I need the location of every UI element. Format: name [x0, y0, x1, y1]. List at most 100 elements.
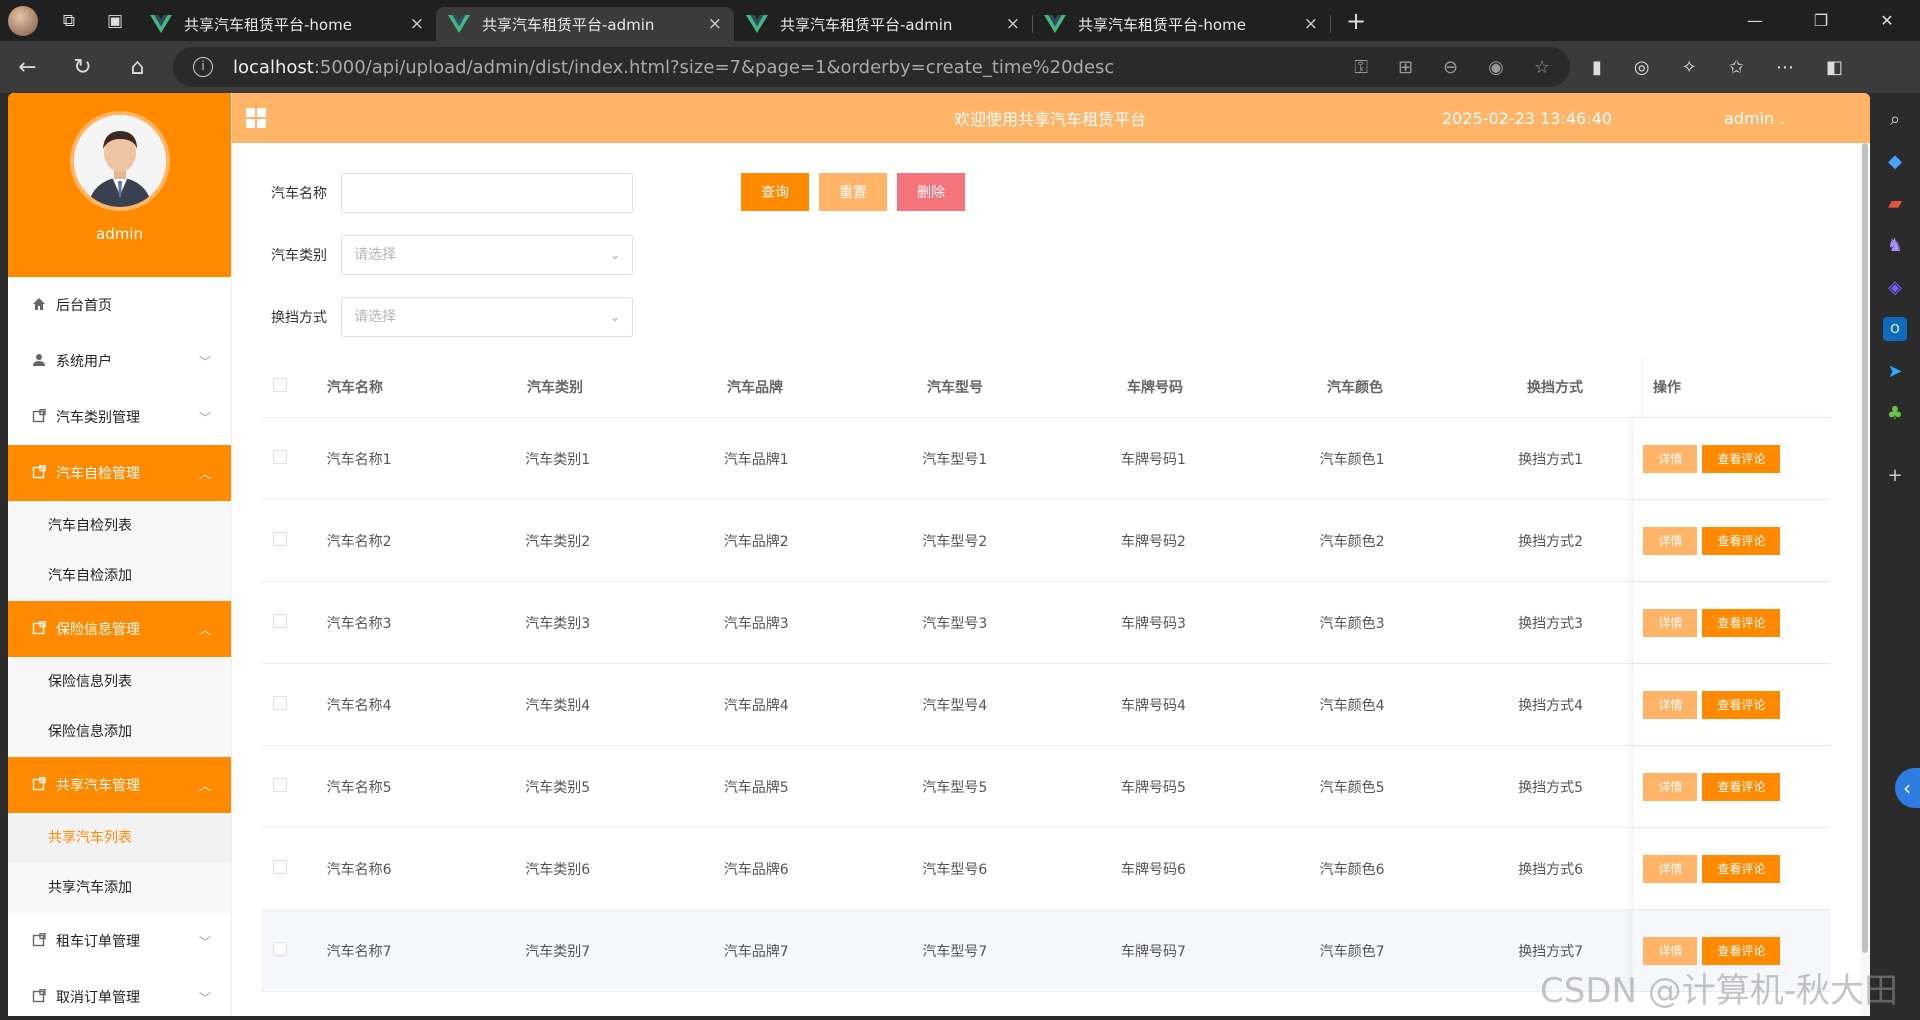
sidebar-subitem[interactable]: 汽车自检添加 [8, 551, 231, 601]
detail-button[interactable]: 详情 [1643, 690, 1698, 719]
extensions-icon[interactable]: ✧ [1682, 57, 1697, 78]
category-select[interactable]: 请选择 ⌄ [341, 235, 633, 275]
reset-button[interactable]: 重置 [819, 173, 887, 211]
profile-avatar[interactable] [0, 0, 46, 41]
table-cell: 汽车品牌7 [723, 943, 789, 960]
outlook-icon[interactable]: O [1883, 317, 1907, 341]
detail-button[interactable]: 详情 [1643, 854, 1698, 883]
table-row[interactable]: 汽车名称2 汽车类别2 汽车品牌2 汽车型号2 车牌号码2 汽车颜色2 换挡方式2 详情 查看评… [261, 500, 1831, 582]
sidebar-subitem[interactable]: 汽车自检列表 [8, 501, 231, 551]
chevron-up-icon: ︿ [198, 623, 211, 637]
view-comments-button[interactable]: 查看评论 [1702, 854, 1781, 883]
toolbox-icon[interactable]: ▰ [1883, 191, 1907, 215]
row-checkbox[interactable] [273, 449, 287, 464]
close-icon[interactable]: × [708, 14, 722, 34]
sidebar-item-7[interactable]: 租车订单管理 ﹀ [8, 913, 231, 969]
row-checkbox[interactable] [273, 859, 287, 874]
add-sidebar-icon[interactable]: + [1883, 463, 1907, 487]
reload-button[interactable]: ↻ [55, 55, 110, 80]
sidebar-item-3[interactable]: 汽车类别管理 ﹀ [8, 389, 231, 445]
main-content: 汽车名称 汽车类别 请选择 ⌄ 换挡方式 请选择 ⌄ 查询 重置 删除 汽车名称 汽车… [241, 151, 1863, 1016]
sidebar-item-5[interactable]: 保险信息管理 ︿ [8, 601, 231, 657]
row-checkbox[interactable] [273, 777, 287, 792]
favorites-icon[interactable]: ✩ [1729, 57, 1744, 78]
detail-button[interactable]: 详情 [1643, 444, 1698, 473]
sidebar-subitem[interactable]: 保险信息添加 [8, 707, 231, 757]
sidebar-item-4[interactable]: 汽车自检管理 ︿ [8, 445, 231, 501]
sidebar-subitem[interactable]: 共享汽车添加 [8, 863, 231, 913]
browser-tab[interactable]: 共享汽车租赁平台-home × [138, 7, 437, 41]
url-text[interactable]: localhost:5000/api/upload/admin/dist/ind… [233, 57, 1354, 78]
name-label: 汽车名称 [271, 186, 327, 202]
restore-button[interactable]: ❐ [1788, 11, 1854, 30]
select-all-checkbox[interactable] [273, 377, 287, 392]
detail-button[interactable]: 详情 [1643, 772, 1698, 801]
star-icon[interactable]: ☆ [1534, 57, 1550, 78]
tab-actions-icon[interactable]: ▣ [92, 0, 138, 41]
view-comments-button[interactable]: 查看评论 [1702, 772, 1781, 801]
detail-button[interactable]: 详情 [1643, 936, 1698, 965]
tree-icon[interactable]: ♣ [1883, 401, 1907, 425]
copilot-icon[interactable]: ◈ [1883, 275, 1907, 299]
row-checkbox[interactable] [273, 941, 287, 956]
reader-icon[interactable]: ◎ [1634, 57, 1650, 78]
tag-icon[interactable]: ◆ [1883, 149, 1907, 173]
sidebar-subitem[interactable]: 保险信息列表 [8, 657, 231, 707]
query-button[interactable]: 查询 [741, 173, 809, 211]
send-icon[interactable]: ➤ [1883, 359, 1907, 383]
row-checkbox[interactable] [273, 613, 287, 628]
search-icon[interactable]: ⌕ [1883, 107, 1907, 131]
site-info-icon[interactable]: i [193, 57, 213, 77]
view-comments-button[interactable]: 查看评论 [1702, 526, 1781, 555]
sidebar-toggle-icon[interactable]: ◧ [1826, 57, 1843, 78]
key-icon[interactable]: ⚿ [1354, 57, 1368, 78]
user-dropdown[interactable]: admin ⌄ [1724, 109, 1787, 128]
detail-button[interactable]: 详情 [1643, 608, 1698, 637]
row-checkbox[interactable] [273, 695, 287, 710]
app-icon[interactable]: ⊞ [1398, 57, 1413, 78]
sidebar-item-1[interactable]: 后台首页 [8, 277, 231, 333]
browser-tab[interactable]: 共享汽车租赁平台-home × [1032, 7, 1331, 41]
row-checkbox[interactable] [273, 531, 287, 546]
table-row[interactable]: 汽车名称6 汽车类别6 汽车品牌6 汽车型号6 车牌号码6 汽车颜色6 换挡方式6 详情 查看评… [261, 828, 1831, 910]
more-icon[interactable]: ⋯ [1776, 57, 1794, 78]
gear-select[interactable]: 请选择 ⌄ [341, 297, 633, 337]
close-icon[interactable]: × [1304, 14, 1318, 34]
close-window-button[interactable]: ✕ [1854, 11, 1920, 30]
home-button[interactable]: ⌂ [110, 55, 165, 80]
browser-tab[interactable]: 共享汽车租赁平台-admin × [734, 7, 1033, 41]
view-comments-button[interactable]: 查看评论 [1702, 936, 1781, 965]
workspaces-icon[interactable]: ⧉ [46, 0, 92, 41]
extension-l-icon[interactable]: ▮ [1592, 57, 1602, 78]
menu-grid-icon[interactable] [246, 108, 266, 128]
url-field[interactable]: i localhost:5000/api/upload/admin/dist/i… [173, 47, 1570, 87]
games-icon[interactable]: ♞ [1883, 233, 1907, 257]
table-cell: 车牌号码3 [1121, 615, 1186, 632]
back-button[interactable]: ← [0, 55, 55, 80]
view-comments-button[interactable]: 查看评论 [1702, 690, 1781, 719]
vertical-scrollbar[interactable] [1860, 143, 1870, 1016]
table-row[interactable]: 汽车名称5 汽车类别5 汽车品牌5 汽车型号5 车牌号码5 汽车颜色5 换挡方式5 详情 查看评… [261, 746, 1831, 828]
sidebar-item-6[interactable]: 共享汽车管理 ︿ [8, 757, 231, 813]
name-input[interactable] [341, 173, 633, 213]
delete-button[interactable]: 删除 [897, 173, 965, 211]
browser-tab[interactable]: 共享汽车租赁平台-admin × [436, 7, 734, 41]
new-tab-button[interactable]: + [1336, 7, 1376, 35]
tab-title: 共享汽车租赁平台-admin [482, 15, 655, 34]
close-icon[interactable]: × [410, 14, 424, 34]
edge-icon[interactable]: ◉ [1488, 57, 1504, 78]
sidebar-item-2[interactable]: 系统用户 ﹀ [8, 333, 231, 389]
detail-button[interactable]: 详情 [1643, 526, 1698, 555]
close-icon[interactable]: × [1006, 14, 1020, 34]
zoom-icon[interactable]: ⊖ [1443, 57, 1458, 78]
sidebar-item-8[interactable]: 取消订单管理 ﹀ [8, 969, 231, 1016]
view-comments-button[interactable]: 查看评论 [1702, 444, 1781, 473]
sidebar-subitem[interactable]: 共享汽车列表 [8, 813, 231, 863]
table-cell: 汽车型号5 [922, 779, 988, 796]
table-row[interactable]: 汽车名称1 汽车类别1 汽车品牌1 汽车型号1 车牌号码1 汽车颜色1 换挡方式1 详情 查看评… [261, 418, 1831, 500]
table-row[interactable]: 汽车名称4 汽车类别4 汽车品牌4 汽车型号4 车牌号码4 汽车颜色4 换挡方式4 详情 查看评… [261, 664, 1831, 746]
view-comments-button[interactable]: 查看评论 [1702, 608, 1781, 637]
filter-gear-row: 换挡方式 请选择 ⌄ [271, 297, 633, 337]
minimize-button[interactable]: — [1722, 11, 1788, 30]
table-row[interactable]: 汽车名称3 汽车类别3 汽车品牌3 汽车型号3 车牌号码3 汽车颜色3 换挡方式3 详情 查看评… [261, 582, 1831, 664]
